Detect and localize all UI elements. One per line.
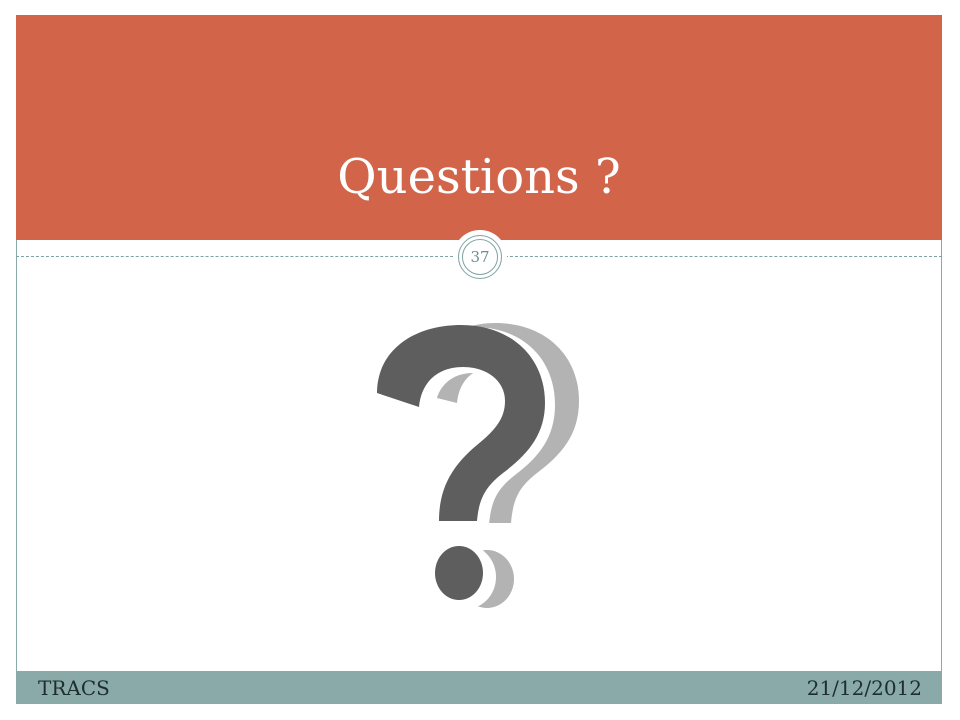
- question-mark-icon: [377, 323, 579, 609]
- slide-title: Questions ?: [337, 149, 621, 205]
- footer-date: 21/12/2012: [806, 676, 922, 700]
- slide: Questions ? 37 TRACS 21/12/2012: [0, 0, 960, 720]
- footer-label: TRACS: [38, 676, 110, 700]
- footer-bar: [16, 671, 942, 704]
- page-number: 37: [462, 239, 498, 275]
